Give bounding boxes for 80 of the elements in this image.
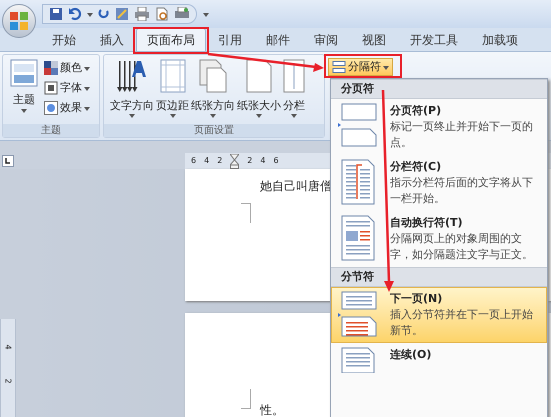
breaks-button[interactable]: 分隔符 [328, 58, 393, 76]
body-text: 性。 [260, 402, 285, 417]
ribbon-button[interactable]: 纸张方向 [191, 59, 235, 118]
save-icon[interactable] [49, 7, 63, 21]
theme-button[interactable]: 主题 [7, 59, 41, 113]
print-preview-icon[interactable] [155, 7, 169, 21]
menu-item[interactable]: 自动换行符(T) 分隔网页上的对象周围的文字，如分隔题注文字与正文。 [331, 211, 547, 267]
menu-item-title: 分栏符(C) [390, 159, 442, 175]
printer-icon[interactable] [174, 7, 190, 21]
ribbon-button[interactable]: 纸张大小 [237, 59, 281, 118]
group-label: 页面设置 [104, 124, 324, 137]
ribbon-tab[interactable]: 邮件 [254, 28, 302, 51]
edit-icon[interactable] [115, 7, 129, 21]
indent-marker-icon[interactable] [230, 154, 240, 168]
theme-option-button[interactable]: 颜色 [44, 59, 90, 77]
menu-item-title: 自动换行符(T) [390, 215, 464, 231]
menu-item-description: 分隔网页上的对象周围的文字，如分隔题注文字与正文。 [390, 231, 534, 263]
ruler-number: 6 [191, 155, 196, 167]
dropdown-caret-icon [84, 107, 90, 111]
text-direction-icon [117, 59, 147, 93]
menu-item[interactable]: 分栏符(C) 指示分栏符后面的文字将从下一栏开始。 [331, 155, 547, 211]
dropdown-caret-icon [21, 109, 27, 113]
dropdown-caret-icon [291, 114, 297, 118]
ribbon-button[interactable]: 页边距 [156, 59, 189, 118]
ribbon-tab[interactable]: 开始 [40, 28, 88, 51]
theme-icon [10, 59, 38, 87]
ribbon-tab[interactable]: 页面布局 [136, 28, 206, 51]
margins-icon [160, 59, 186, 93]
tab-selector-icon[interactable] [2, 155, 14, 167]
next-page-icon [338, 291, 378, 337]
menu-item-description: 指示分栏符后面的文字将从下一栏开始。 [390, 175, 534, 207]
dropdown-caret-icon [210, 114, 216, 118]
menu-item-description: 标记一页终止并开始下一页的点。 [390, 119, 534, 151]
orientation-icon [199, 59, 227, 93]
menu-item[interactable]: 连续(O) [331, 343, 547, 377]
dropdown-caret-icon [129, 114, 135, 118]
columns-icon [283, 59, 305, 93]
dropdown-caret-icon [84, 87, 90, 91]
dropdown-caret-icon [256, 114, 262, 118]
menu-item[interactable]: 分页符(P) 标记一页终止并开始下一页的点。 [331, 99, 547, 155]
menu-item-title: 下一页(N) [390, 291, 444, 307]
ribbon-button[interactable]: 文字方向 [110, 59, 154, 118]
theme-option-button[interactable]: 效果 [44, 99, 90, 117]
menu-section-header: 分页符 [331, 79, 547, 99]
page-size-icon [246, 59, 272, 93]
menu-section-header: 分节符 [331, 267, 547, 287]
menu-item-description: 插入分节符并在下一页上开始新节。 [390, 307, 534, 339]
theme-option-button[interactable]: 字体 [44, 79, 90, 97]
ribbon-tab[interactable]: 开发工具 [398, 28, 470, 51]
ribbon-tab[interactable]: 引用 [206, 28, 254, 51]
ribbon-tab[interactable]: 视图 [350, 28, 398, 51]
ruler-number: 4 [3, 344, 14, 350]
dropdown-caret-icon [84, 67, 90, 71]
ribbon-tab[interactable]: 加载项 [470, 28, 530, 51]
ruler-number: 4 [260, 155, 266, 167]
dropdown-caret-icon [87, 13, 93, 17]
ribbon-tab[interactable]: 审阅 [302, 28, 350, 51]
group-label: 主题 [3, 124, 99, 137]
ruler-number: 4 [204, 155, 210, 167]
font-icon [44, 81, 58, 95]
undo-icon[interactable] [68, 7, 82, 21]
dropdown-caret-icon [170, 114, 176, 118]
menu-item[interactable]: 下一页(N) 插入分节符并在下一页上开始新节。 [331, 287, 547, 343]
redo-icon[interactable] [98, 7, 110, 21]
dropdown-caret-icon [383, 66, 389, 70]
ribbon-tab[interactable]: 插入 [88, 28, 136, 51]
ruler-number: 6 [273, 155, 279, 167]
ruler-number: 2 [217, 155, 222, 167]
menu-item-title: 分页符(P) [390, 103, 442, 119]
ribbon-button[interactable]: 分栏 [283, 59, 305, 118]
ruler-number: 2 [3, 378, 14, 384]
ruler-number: 2 [247, 155, 252, 167]
effects-icon [44, 101, 58, 115]
print-icon[interactable] [134, 7, 150, 21]
menu-item-title: 连续(O) [390, 347, 432, 363]
breaks-icon [332, 61, 346, 73]
page-break-icon [338, 103, 378, 147]
color-swatch-icon [44, 61, 58, 75]
office-logo-icon [9, 11, 29, 31]
customize-caret-icon [203, 13, 209, 17]
